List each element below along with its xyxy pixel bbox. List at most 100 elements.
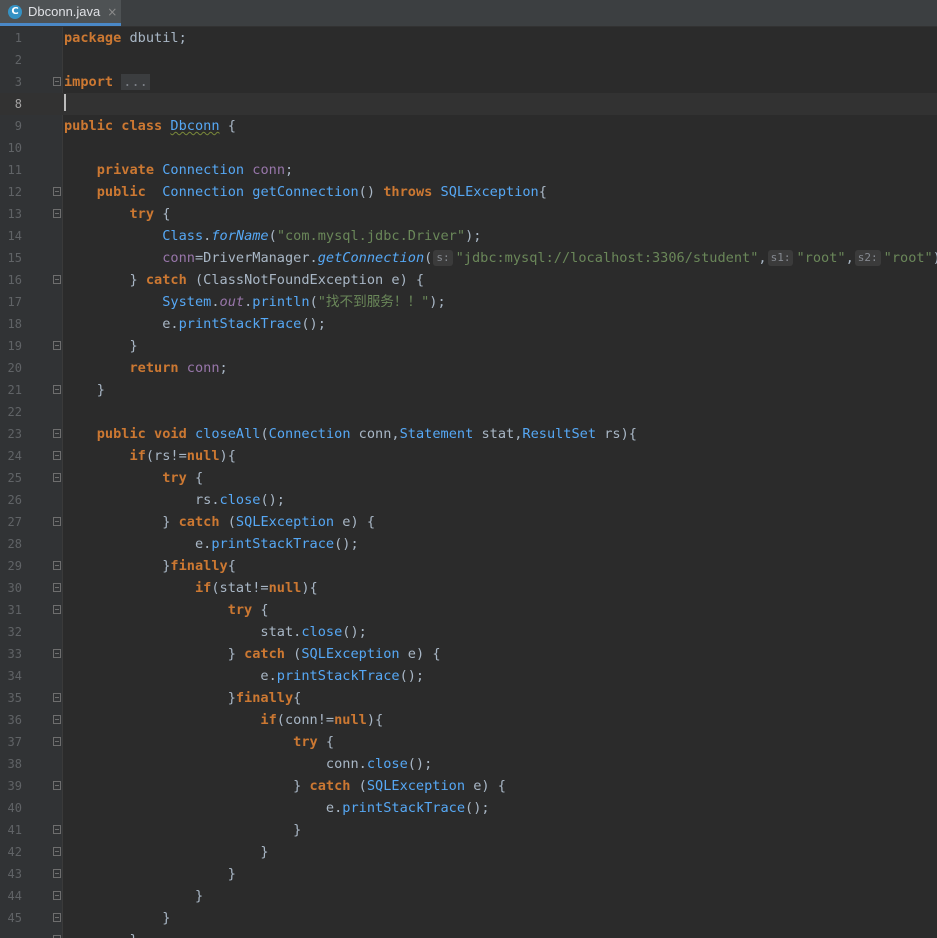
fold-marker-icon[interactable]	[53, 341, 61, 350]
code-line[interactable]: 8	[0, 93, 937, 115]
line-number: 3	[14, 75, 22, 89]
code-line[interactable]: 40 e.printStackTrace();	[0, 797, 937, 819]
code-token: System	[162, 294, 212, 310]
code-line[interactable]: 17 System.out.println("找不到服务！！");	[0, 291, 937, 313]
fold-marker-icon[interactable]	[53, 451, 61, 460]
fold-marker-icon[interactable]	[53, 891, 61, 900]
code-line[interactable]: 41 }	[0, 819, 937, 841]
code-token: (	[219, 514, 236, 530]
fold-marker-icon[interactable]	[53, 649, 61, 658]
code-line[interactable]: 35 }finally{	[0, 687, 937, 709]
fold-marker-icon[interactable]	[53, 561, 61, 570]
code-line[interactable]: 22	[0, 401, 937, 423]
line-number: 2	[14, 53, 22, 67]
fold-marker-icon[interactable]	[53, 209, 61, 218]
code-line[interactable]: 11 private Connection conn;	[0, 159, 937, 181]
fold-marker-icon[interactable]	[53, 429, 61, 438]
code-token: public	[64, 118, 114, 134]
code-token: forName	[211, 228, 269, 244]
code-token: class	[121, 118, 163, 134]
code-token: printStackTrace	[342, 800, 466, 816]
code-line[interactable]: 12 public Connection getConnection() thr…	[0, 181, 937, 203]
code-line[interactable]: 39 } catch (SQLException e) {	[0, 775, 937, 797]
code-token: "root"	[796, 250, 846, 266]
code-line[interactable]: 13 try {	[0, 203, 937, 225]
code-line[interactable]: 20 return conn;	[0, 357, 937, 379]
code-line[interactable]: 14 Class.forName("com.mysql.jdbc.Driver"…	[0, 225, 937, 247]
code-line[interactable]: 30 if(stat!=null){	[0, 577, 937, 599]
line-number: 16	[7, 273, 22, 287]
code-line[interactable]: 26 rs.close();	[0, 489, 937, 511]
code-line[interactable]: 44 }	[0, 885, 937, 907]
code-line[interactable]: 1 package dbutil;	[0, 27, 937, 49]
code-text: stat.close();	[64, 621, 366, 643]
code-line[interactable]: 16 } catch (ClassNotFoundException e) {	[0, 269, 937, 291]
code-line[interactable]: 25 try {	[0, 467, 937, 489]
fold-marker-icon[interactable]	[53, 517, 61, 526]
code-line[interactable]: 27 } catch (SQLException e) {	[0, 511, 937, 533]
fold-marker-icon[interactable]	[53, 473, 61, 482]
code-token: printStackTrace	[178, 316, 302, 332]
code-line[interactable]: 23 public void closeAll(Connection conn,…	[0, 423, 937, 445]
code-token: (	[350, 778, 367, 794]
fold-marker-icon[interactable]	[53, 275, 61, 284]
code-line[interactable]: 34 e.printStackTrace();	[0, 665, 937, 687]
tab-dbconn-java[interactable]: C Dbconn.java ×	[0, 0, 121, 26]
code-line[interactable]: 29 }finally{	[0, 555, 937, 577]
fold-marker-icon[interactable]	[53, 693, 61, 702]
code-line[interactable]: 36 if(conn!=null){	[0, 709, 937, 731]
fold-marker-icon[interactable]	[53, 187, 61, 196]
line-number: 18	[7, 317, 22, 331]
code-token: );	[429, 294, 446, 310]
code-token: ();	[465, 800, 490, 816]
code-editor[interactable]: C Dbconn.java × 1 package dbutil; 2 3 import…	[0, 0, 937, 938]
fold-marker-icon[interactable]	[53, 77, 61, 86]
close-tab-icon[interactable]: ×	[107, 5, 117, 19]
code-line[interactable]: }	[0, 929, 937, 938]
line-number: 24	[7, 449, 22, 463]
fold-marker-icon[interactable]	[53, 869, 61, 878]
code-line[interactable]: 28 e.printStackTrace();	[0, 533, 937, 555]
fold-marker-icon[interactable]	[53, 737, 61, 746]
code-line[interactable]: 32 stat.close();	[0, 621, 937, 643]
code-line[interactable]: 42 }	[0, 841, 937, 863]
code-line[interactable]: 43 }	[0, 863, 937, 885]
code-line[interactable]: 3 import ...	[0, 71, 937, 93]
code-line[interactable]: 10	[0, 137, 937, 159]
fold-marker-icon[interactable]	[53, 913, 61, 922]
code-line[interactable]: 24 if(rs!=null){	[0, 445, 937, 467]
code-line[interactable]: 9 public class Dbconn {	[0, 115, 937, 137]
code-token: if	[129, 448, 146, 464]
fold-marker-icon[interactable]	[53, 781, 61, 790]
code-line[interactable]: 2	[0, 49, 937, 71]
fold-marker-icon[interactable]	[53, 385, 61, 394]
code-lines[interactable]: 1 package dbutil; 2 3 import ... 8 9 public cla…	[0, 27, 937, 938]
fold-marker-icon[interactable]	[53, 715, 61, 724]
code-token: void	[154, 426, 187, 442]
code-token: try	[227, 602, 253, 618]
code-token: conn,	[350, 426, 400, 442]
code-line[interactable]: 31 try {	[0, 599, 937, 621]
code-line[interactable]: 38 conn.close();	[0, 753, 937, 775]
code-line[interactable]: 19 }	[0, 335, 937, 357]
fold-marker-icon[interactable]	[53, 583, 61, 592]
fold-marker-icon[interactable]	[53, 605, 61, 614]
fold-marker-icon[interactable]	[53, 847, 61, 856]
code-token: public	[96, 184, 146, 200]
code-line[interactable]: 45 }	[0, 907, 937, 929]
code-token: ();	[399, 668, 425, 684]
fold-marker-icon[interactable]	[53, 825, 61, 834]
code-line[interactable]: 18 e.printStackTrace();	[0, 313, 937, 335]
code-line[interactable]: 15 conn=DriverManager.getConnection(s: "j…	[0, 247, 937, 269]
code-line[interactable]: 33 } catch (SQLException e) {	[0, 643, 937, 665]
code-text: private Connection conn;	[64, 159, 293, 181]
code-line[interactable]: 37 try {	[0, 731, 937, 753]
code-line[interactable]: 21 }	[0, 379, 937, 401]
